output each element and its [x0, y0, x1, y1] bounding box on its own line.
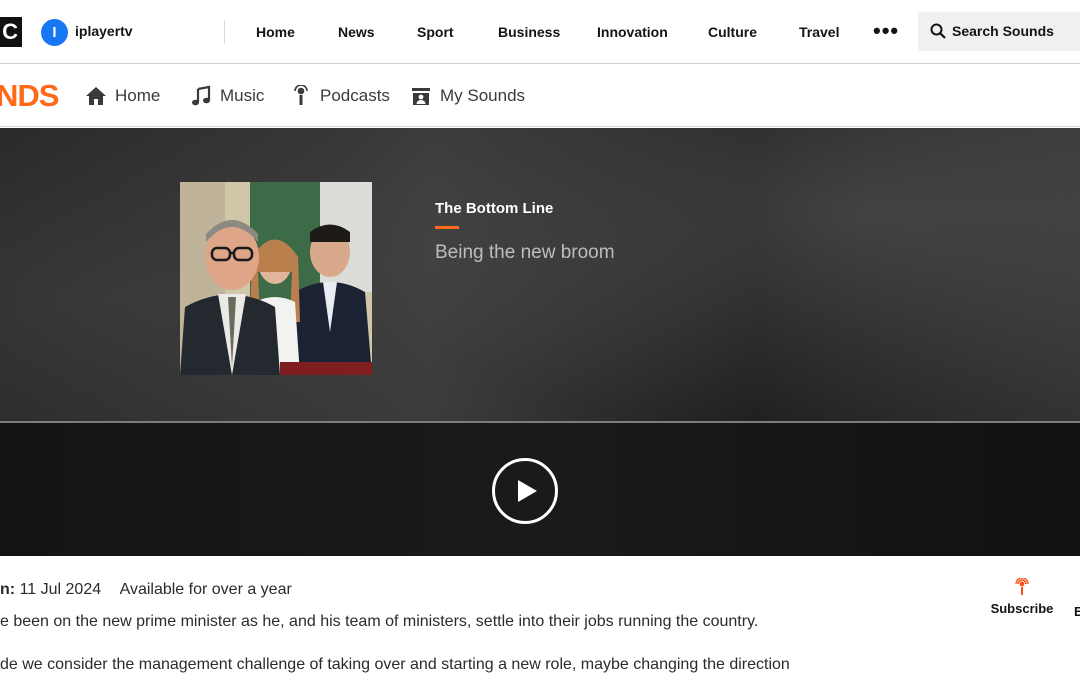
nav-travel[interactable]: Travel: [799, 24, 839, 40]
nav-business[interactable]: Business: [498, 24, 560, 40]
availability-text: Available for over a year: [119, 581, 292, 598]
sounds-nav: NDS Home Music Podcasts My Sounds: [0, 65, 1080, 127]
release-info: n: 11 Jul 2024 Available for over a year: [0, 581, 292, 599]
show-title-link[interactable]: The Bottom Line: [435, 200, 553, 217]
music-note-icon: [192, 85, 211, 106]
sounds-nav-home[interactable]: Home: [85, 82, 160, 110]
header-divider: [224, 20, 225, 44]
search-icon: [930, 23, 946, 39]
title-accent-bar: [435, 226, 459, 229]
play-button[interactable]: [492, 458, 558, 524]
sounds-nav-music[interactable]: Music: [190, 82, 264, 110]
sounds-nav-my-sounds[interactable]: My Sounds: [410, 82, 525, 110]
podcast-mic-icon: [294, 85, 308, 105]
episode-description-line-2: de we consider the management challenge …: [0, 656, 790, 673]
episode-artwork: [180, 182, 372, 375]
nav-culture[interactable]: Culture: [708, 24, 757, 40]
subscribe-label: Subscribe: [990, 601, 1054, 616]
nav-innovation[interactable]: Innovation: [597, 24, 668, 40]
nav-sport[interactable]: Sport: [417, 24, 454, 40]
episode-hero: The Bottom Line Being the new broom: [0, 128, 1080, 556]
cutoff-action-label[interactable]: E: [1074, 604, 1080, 619]
sounds-nav-podcasts[interactable]: Podcasts: [290, 82, 390, 110]
iplayer-icon[interactable]: I: [41, 19, 68, 46]
nav-news[interactable]: News: [338, 24, 375, 40]
podcast-subscribe-icon: [1015, 578, 1029, 595]
nav-home[interactable]: Home: [256, 24, 295, 40]
play-icon: [518, 480, 537, 502]
sounds-nav-home-label: Home: [115, 86, 161, 105]
release-date: 11 Jul 2024: [19, 581, 102, 598]
episode-title: Being the new broom: [435, 242, 615, 263]
bbc-logo[interactable]: C: [0, 17, 22, 47]
my-sounds-icon: [412, 88, 430, 105]
sounds-nav-my-sounds-label: My Sounds: [440, 86, 526, 105]
sounds-nav-music-label: Music: [220, 86, 265, 105]
release-label: n:: [0, 581, 16, 598]
search-input[interactable]: Search Sounds: [918, 12, 1080, 51]
home-icon: [86, 87, 106, 105]
iplayer-link[interactable]: iplayertv: [75, 23, 133, 39]
sounds-logo[interactable]: NDS: [0, 78, 59, 114]
search-placeholder: Search Sounds: [952, 23, 1054, 39]
episode-description-line-1: e been on the new prime minister as he, …: [0, 613, 759, 630]
more-menu-button[interactable]: •••: [873, 18, 899, 44]
episode-details: n: 11 Jul 2024 Available for over a year…: [0, 556, 1080, 675]
global-header: C I iplayertv Home News Sport Business I…: [0, 0, 1080, 64]
subscribe-button[interactable]: Subscribe: [990, 578, 1054, 618]
sounds-nav-podcasts-label: Podcasts: [320, 86, 390, 105]
